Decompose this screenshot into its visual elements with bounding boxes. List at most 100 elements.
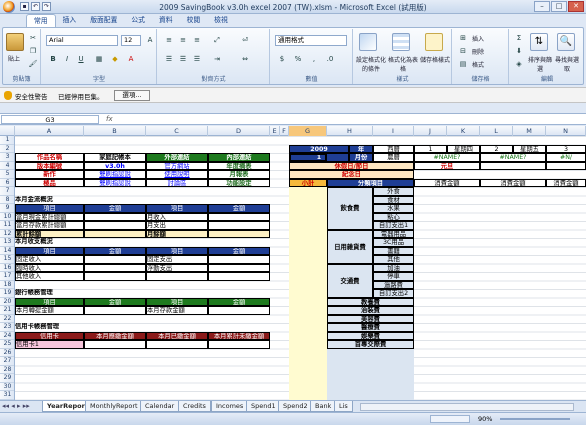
calendar-type[interactable]: 西曆 bbox=[373, 144, 414, 153]
section-header[interactable]: 金額 bbox=[208, 246, 270, 255]
row-header-10[interactable]: 10 bbox=[0, 213, 14, 221]
year-label[interactable]: 年 bbox=[349, 144, 373, 153]
amount-header[interactable]: 消費金額 bbox=[546, 178, 586, 187]
format-painter-icon[interactable]: 🖌 bbox=[26, 58, 40, 70]
fx-icon[interactable]: fx bbox=[106, 115, 122, 123]
section-header[interactable]: 項目 bbox=[15, 204, 84, 213]
security-options-button[interactable]: 選項... bbox=[114, 90, 150, 101]
day-holiday[interactable] bbox=[480, 161, 546, 170]
holiday-label[interactable]: 休假日/節日 bbox=[289, 161, 414, 170]
row-header-18[interactable]: 18 bbox=[0, 281, 14, 289]
row-header-1[interactable]: 1 bbox=[0, 136, 14, 145]
section-cell[interactable]: 當月存款累計總額 bbox=[15, 221, 84, 230]
section-cell[interactable]: 其他收入 bbox=[15, 272, 84, 281]
section-title[interactable]: 信用卡帳務管理 bbox=[15, 323, 135, 332]
row-header-23[interactable]: 23 bbox=[0, 323, 14, 332]
column-header-n[interactable]: N bbox=[546, 126, 586, 136]
day-number[interactable]: 2 bbox=[480, 144, 513, 153]
currency-icon[interactable]: $ bbox=[275, 53, 289, 65]
category-item[interactable]: 水果 bbox=[373, 204, 414, 213]
row-header-8[interactable]: 8 bbox=[0, 196, 14, 204]
align-bottom-icon[interactable]: ≡ bbox=[190, 34, 204, 46]
menu-cell[interactable]: 使用說明 bbox=[146, 170, 208, 179]
select-all-corner[interactable] bbox=[0, 126, 15, 136]
category-item[interactable]: 3C用品 bbox=[373, 238, 414, 247]
border-icon[interactable]: ▦ bbox=[92, 53, 106, 65]
category-item[interactable]: 過路費 bbox=[373, 280, 414, 289]
name-box[interactable]: G3 bbox=[1, 115, 99, 124]
fill-icon[interactable]: ⬇ bbox=[512, 45, 526, 57]
menu-cell[interactable]: 外部連結 bbox=[146, 153, 208, 162]
row-header-27[interactable]: 27 bbox=[0, 357, 14, 366]
category-group[interactable]: 飲食費 bbox=[327, 187, 373, 230]
menu-cell[interactable]: 內部連結 bbox=[208, 153, 270, 162]
day-lunar[interactable]: #NAME? bbox=[414, 153, 480, 162]
row-header-3[interactable]: 3 bbox=[0, 153, 14, 162]
horizontal-scrollbar[interactable] bbox=[360, 403, 574, 411]
row-header-22[interactable]: 22 bbox=[0, 315, 14, 323]
section-cell[interactable]: 浮動支出 bbox=[146, 263, 208, 272]
menu-cell[interactable]: v3.0h bbox=[84, 161, 146, 170]
tab-insert[interactable]: 插入 bbox=[56, 14, 84, 27]
row-header-17[interactable]: 17 bbox=[0, 272, 14, 281]
section-cell[interactable]: 臨時收入 bbox=[15, 263, 84, 272]
column-header-m[interactable]: M bbox=[513, 126, 546, 136]
worksheet-grid[interactable]: 作品名稱 版本編號 新作 極品 家庭記帳本 v3.0h 雙刷指認說 雙刷指認說 外部連結 官方網站… bbox=[15, 136, 586, 400]
column-header-e[interactable]: E bbox=[270, 126, 280, 136]
section-header[interactable]: 項目 bbox=[146, 204, 208, 213]
category-item[interactable]: 書籍 bbox=[373, 246, 414, 255]
row-header-19[interactable]: 19 bbox=[0, 289, 14, 298]
category-header[interactable]: 分類項目 bbox=[327, 178, 414, 187]
format-table-icon[interactable] bbox=[392, 33, 410, 51]
close-button[interactable]: ✕ bbox=[568, 1, 584, 12]
delete-cells-label[interactable]: 刪除 bbox=[472, 47, 484, 56]
tab-home[interactable]: 常用 bbox=[26, 14, 56, 27]
align-left-icon[interactable]: ☰ bbox=[162, 53, 176, 65]
sheet-tab-credits[interactable]: Credits bbox=[178, 401, 211, 412]
font-color-icon[interactable]: A bbox=[124, 53, 138, 65]
category-item[interactable]: 外食 bbox=[373, 187, 414, 196]
section-header[interactable]: 信用卡 bbox=[15, 331, 84, 340]
section-header[interactable]: 本月累計未繳金額 bbox=[208, 331, 270, 340]
subtotal-header[interactable]: 小計 bbox=[289, 178, 327, 187]
align-right-icon[interactable]: ☰ bbox=[190, 53, 204, 65]
category-group[interactable]: 交通費 bbox=[327, 263, 373, 298]
section-header[interactable]: 項目 bbox=[146, 246, 208, 255]
category-group[interactable]: 日用雜貨費 bbox=[327, 229, 373, 264]
section-cell[interactable]: 信用卡1 bbox=[15, 340, 84, 349]
section-header[interactable]: 項目 bbox=[15, 246, 84, 255]
clear-icon[interactable]: ◈ bbox=[512, 58, 526, 70]
row-header-4[interactable]: 4 bbox=[0, 162, 14, 170]
category-item[interactable]: 其他 bbox=[373, 255, 414, 264]
menu-cell[interactable]: 新作 bbox=[15, 170, 84, 179]
section-cell[interactable] bbox=[84, 340, 146, 349]
section-cell[interactable] bbox=[208, 229, 270, 238]
section-cell[interactable]: 月支出 bbox=[146, 221, 208, 230]
sheet-tab-monthlyreport[interactable]: MonthlyReport bbox=[85, 401, 143, 412]
section-title[interactable]: 銀行帳務管理 bbox=[15, 289, 135, 298]
minimize-button[interactable]: – bbox=[534, 1, 550, 12]
comma-icon[interactable]: , bbox=[307, 53, 321, 65]
format-cells-icon[interactable]: ▤ bbox=[456, 58, 470, 70]
section-cell[interactable]: 月收入 bbox=[146, 212, 208, 221]
section-title[interactable]: 本月金流概況 bbox=[15, 196, 135, 205]
bold-icon[interactable]: B bbox=[46, 53, 60, 65]
sheet-tab-spend2[interactable]: Spend2 bbox=[278, 401, 313, 412]
menu-cell[interactable]: 極品 bbox=[15, 178, 84, 187]
section-cell[interactable]: 本月轉提金額 bbox=[15, 306, 84, 315]
italic-icon[interactable]: I bbox=[60, 53, 74, 65]
column-header-a[interactable]: A bbox=[15, 126, 84, 136]
column-header-b[interactable]: B bbox=[84, 126, 146, 136]
row-header-31[interactable]: 31 bbox=[0, 391, 14, 400]
tab-page-layout[interactable]: 版面配置 bbox=[83, 14, 124, 27]
day-lunar[interactable]: #N/ bbox=[546, 153, 586, 162]
row-header-24[interactable]: 24 bbox=[0, 332, 14, 340]
category-item[interactable]: 自訂支出2 bbox=[373, 289, 414, 298]
section-cell[interactable]: 累計餘額 bbox=[15, 229, 84, 238]
section-cell[interactable] bbox=[84, 263, 146, 272]
find-select-icon[interactable]: 🔍 bbox=[557, 33, 575, 51]
insert-cells-icon[interactable]: ⊞ bbox=[456, 32, 470, 44]
number-format-select[interactable]: 通用格式 bbox=[275, 35, 347, 46]
row-header-6[interactable]: 6 bbox=[0, 179, 14, 187]
row-header-13[interactable]: 13 bbox=[0, 238, 14, 247]
